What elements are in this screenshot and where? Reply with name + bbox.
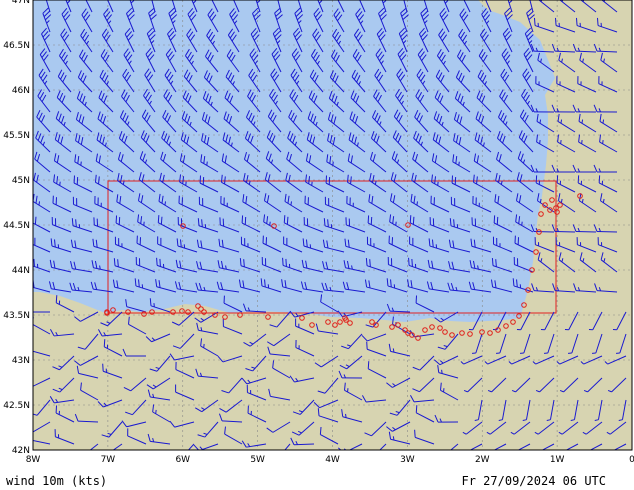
latitude-tick-label: 44N [12, 266, 30, 276]
latitude-axis: 47N 46.5N 46N 45.5N 45N 44.5N 44N 43.5N 43N 42.5N… [3, 0, 30, 456]
longitude-tick-label: 2W [475, 455, 490, 465]
longitude-tick-label: 3W [400, 455, 415, 465]
sea-area [33, 0, 555, 322]
latitude-tick-label: 43N [12, 356, 30, 366]
latitude-tick-label: 46.5N [3, 41, 30, 51]
wind-map: 47N 46.5N 46N 45.5N 45N 44.5N 44N 43.5N 43N 42.5N… [3, 0, 634, 465]
latitude-tick-label: 43.5N [3, 311, 30, 321]
longitude-tick-label: 0 [629, 455, 634, 465]
latitude-tick-label: 47N [12, 0, 30, 6]
latitude-tick-label: 45N [12, 176, 30, 186]
latitude-tick-label: 46N [12, 86, 30, 96]
longitude-tick-label: 8W [26, 455, 41, 465]
latitude-tick-label: 44.5N [3, 221, 30, 231]
longitude-tick-label: 7W [101, 455, 116, 465]
longitude-tick-label: 6W [175, 455, 190, 465]
latitude-tick-label: 45.5N [3, 131, 30, 141]
map-caption-variable: wind 10m (kts) [6, 474, 108, 488]
longitude-tick-label: 5W [250, 455, 265, 465]
longitude-tick-label: 1W [550, 455, 565, 465]
longitude-tick-label: 4W [325, 455, 340, 465]
longitude-axis: 8W 7W 6W 5W 4W 3W 2W 1W 0 [26, 455, 634, 465]
map-caption-valid-time: Fr 27/09/2024 06 UTC [461, 474, 607, 488]
latitude-tick-label: 42.5N [3, 401, 30, 411]
